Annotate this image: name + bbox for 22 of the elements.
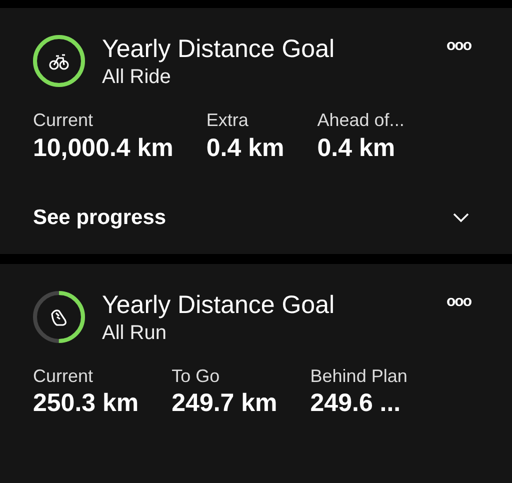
more-button[interactable]: ooo	[446, 294, 471, 309]
stat-label: Current	[33, 110, 94, 132]
more-button[interactable]: ooo	[446, 38, 471, 53]
see-progress-link[interactable]: See progress	[33, 202, 166, 234]
chevron-icon[interactable]	[453, 212, 469, 223]
goal-subtitle: All Run	[102, 320, 168, 346]
stat-label: Extra	[206, 110, 250, 132]
bicycle-icon	[49, 54, 69, 70]
shoe-icon	[51, 309, 66, 326]
goal-subtitle: All Ride	[102, 65, 172, 90]
stat-value: 249.7 km	[172, 388, 278, 420]
stat-value: 0.4 km	[206, 132, 284, 164]
stat-label: To Go	[172, 366, 221, 388]
stat-label: Ahead of...	[317, 110, 404, 132]
goal-title: Yearly Distance Goal	[102, 290, 336, 320]
stat-value: 10,000.4 km	[33, 132, 174, 164]
stat-value: 249.6 ...	[310, 388, 402, 420]
stat-label: Behind Plan	[310, 366, 408, 388]
stat-value: 0.4 km	[317, 132, 396, 164]
stat-value: 250.3 km	[33, 388, 139, 420]
goal-title: Yearly Distance Goal	[102, 34, 336, 64]
stat-label: Current	[33, 366, 94, 388]
